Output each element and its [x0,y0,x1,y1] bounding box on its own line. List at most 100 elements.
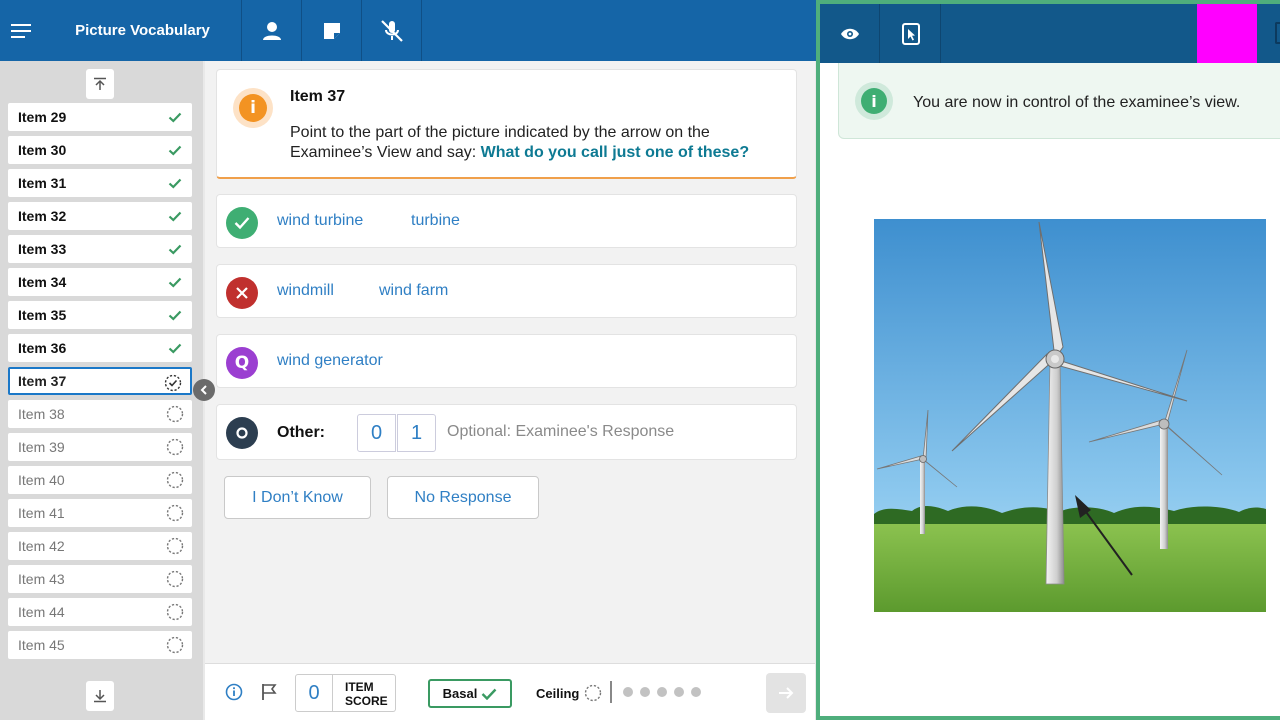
chevron-left-icon [200,385,207,395]
item-prompt: What do you call just one of these? [480,144,750,161]
sidebar-item-label: Item 44 [18,604,65,620]
ceiling-dot [674,687,684,697]
sidebar-item[interactable]: Item 42 [8,532,192,560]
sidebar-item-label: Item 33 [18,241,67,257]
stimulus-picture[interactable] [874,219,1266,612]
sidebar-item-label: Item 29 [18,109,67,125]
sidebar-item[interactable]: Item 34 [8,268,192,296]
sidebar-item-label: Item 32 [18,208,67,224]
sidebar-item[interactable]: Item 44 [8,598,192,626]
mute-button[interactable] [362,0,422,61]
correct-response[interactable]: wind turbine [277,212,363,230]
pending-circle-icon [166,603,184,621]
sidebar-item[interactable]: Item 33 [8,235,192,263]
sidebar-item[interactable]: Item 40 [8,466,192,494]
ceiling-label: Ceiling [536,686,580,701]
score-0-button[interactable]: 0 [357,414,396,452]
next-item-button[interactable] [766,673,806,713]
info-outline-icon[interactable] [224,682,244,702]
ceiling-dot [657,687,667,697]
toolbar-edge-icon [1275,22,1280,44]
sidebar-item[interactable]: Item 38 [8,400,192,428]
tablet-control-button[interactable] [881,4,941,63]
item-sidebar: Item 29 Item 30 Item 31 Item 32 Item 33 Item … [0,61,203,720]
pending-circle-icon [166,636,184,654]
correct-response[interactable]: turbine [411,212,460,230]
check-icon [166,108,184,126]
arrow-to-top-icon [94,77,106,90]
pending-circle-icon [166,405,184,423]
item-title: Item 37 [290,88,346,105]
correct-check-icon[interactable] [226,207,258,239]
score-1-button[interactable]: 1 [397,414,436,452]
flag-icon[interactable] [259,682,279,702]
sidebar-item-label: Item 38 [18,406,65,422]
pending-circle-icon [584,684,602,702]
pending-circle-icon [166,537,184,555]
sidebar-item-label: Item 34 [18,274,67,290]
basal-label: Basal [442,686,478,701]
arrow-right-icon [779,687,794,699]
sidebar-item[interactable]: Item 45 [8,631,192,659]
sidebar-item[interactable]: Item 41 [8,499,192,527]
collapse-sidebar-button[interactable] [193,379,215,401]
incorrect-response[interactable]: wind farm [379,282,448,300]
pending-circle-icon [166,570,184,588]
check-icon [166,141,184,159]
sidebar-item-label: Item 36 [18,340,67,356]
other-response-row: Other: 0 1 [216,404,797,460]
item-list: Item 29 Item 30 Item 31 Item 32 Item 33 Item … [8,103,192,675]
incorrect-response[interactable]: windmill [277,282,334,300]
sidebar-item[interactable]: Item 43 [8,565,192,593]
marker-block [1197,4,1257,63]
examinee-info-button[interactable] [242,0,302,61]
sidebar-item[interactable]: Item 29 [8,103,192,131]
check-icon [166,240,184,258]
in-progress-icon [164,374,182,392]
check-icon [166,174,184,192]
note-icon [323,22,340,39]
query-q-icon[interactable]: Q [226,347,258,379]
eye-icon [840,28,859,39]
sidebar-item[interactable]: Item 35 [8,301,192,329]
top-bar: Picture Vocabulary [0,0,816,61]
bottom-bar: 0 ITEM SCORE Basal Ceiling [205,663,815,720]
dont-know-button[interactable]: I Don’t Know [224,476,371,519]
no-response-button[interactable]: No Response [387,476,539,519]
control-notice: i You are now in control of the examinee… [838,63,1280,139]
pending-circle-icon [166,504,184,522]
ceiling-dot [640,687,650,697]
sidebar-item[interactable]: Item 36 [8,334,192,362]
item-score-label: ITEM SCORE [333,674,396,712]
query-response[interactable]: wind generator [277,352,383,370]
menu-button[interactable] [0,0,44,61]
sidebar-item[interactable]: Item 39 [8,433,192,461]
scroll-top-button[interactable] [86,69,114,99]
examinee-response-input[interactable] [447,423,767,441]
item-instruction: Point to the part of the picture indicat… [290,123,785,163]
other-label: Other: [277,424,325,441]
sidebar-item[interactable]: Item 37 [8,367,192,395]
main-panel: i Item 37 Point to the part of the pictu… [205,61,815,663]
check-icon [481,688,497,700]
ceiling-dot [623,687,633,697]
sidebar-item-label: Item 41 [18,505,65,521]
info-icon: i [855,82,893,120]
sidebar-item-label: Item 30 [18,142,67,158]
sidebar-item[interactable]: Item 31 [8,169,192,197]
item-score-value: 0 [295,674,333,712]
scroll-bottom-button[interactable] [86,681,114,711]
app-title: Picture Vocabulary [44,0,242,61]
divider [610,681,612,703]
pending-circle-icon [166,438,184,456]
other-circle-icon[interactable] [226,417,258,449]
sidebar-item-label: Item 43 [18,571,65,587]
menu-icon [11,23,31,38]
notes-button[interactable] [302,0,362,61]
tablet-pointer-icon [901,22,920,45]
view-toggle-button[interactable] [820,4,880,63]
sidebar-item[interactable]: Item 30 [8,136,192,164]
sidebar-item[interactable]: Item 32 [8,202,192,230]
incorrect-x-icon[interactable] [226,277,258,309]
correct-responses-row: wind turbine turbine [216,194,797,248]
